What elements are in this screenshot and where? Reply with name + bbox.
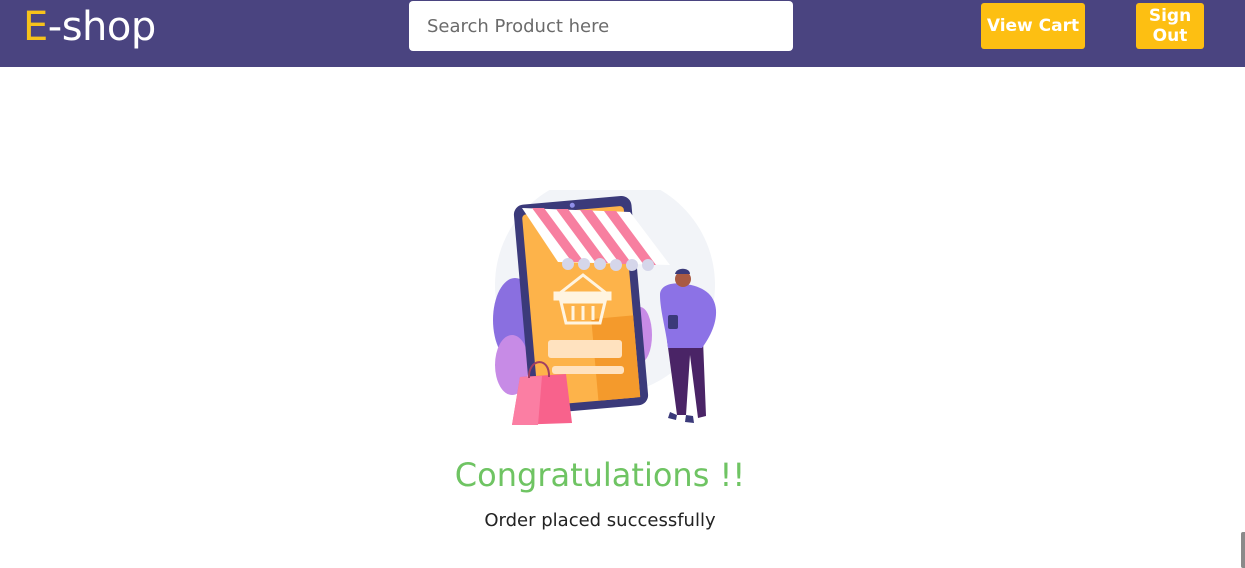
- phone-field-1: [548, 340, 622, 358]
- order-status-message: Order placed successfully: [484, 510, 716, 531]
- congratulations-heading: Congratulations !!: [454, 456, 746, 494]
- phone-field-2: [552, 366, 624, 374]
- logo-letter: E: [23, 4, 48, 50]
- logo[interactable]: E-shop: [23, 0, 156, 54]
- scrollbar-edge[interactable]: [1241, 532, 1245, 568]
- navbar: E-shop View Cart Sign Out: [0, 0, 1245, 67]
- search-input[interactable]: [409, 1, 793, 51]
- online-shopping-illustration: [493, 190, 717, 425]
- logo-text: -shop: [47, 4, 157, 50]
- view-cart-button[interactable]: View Cart: [981, 3, 1085, 49]
- sign-out-button[interactable]: Sign Out: [1136, 3, 1204, 49]
